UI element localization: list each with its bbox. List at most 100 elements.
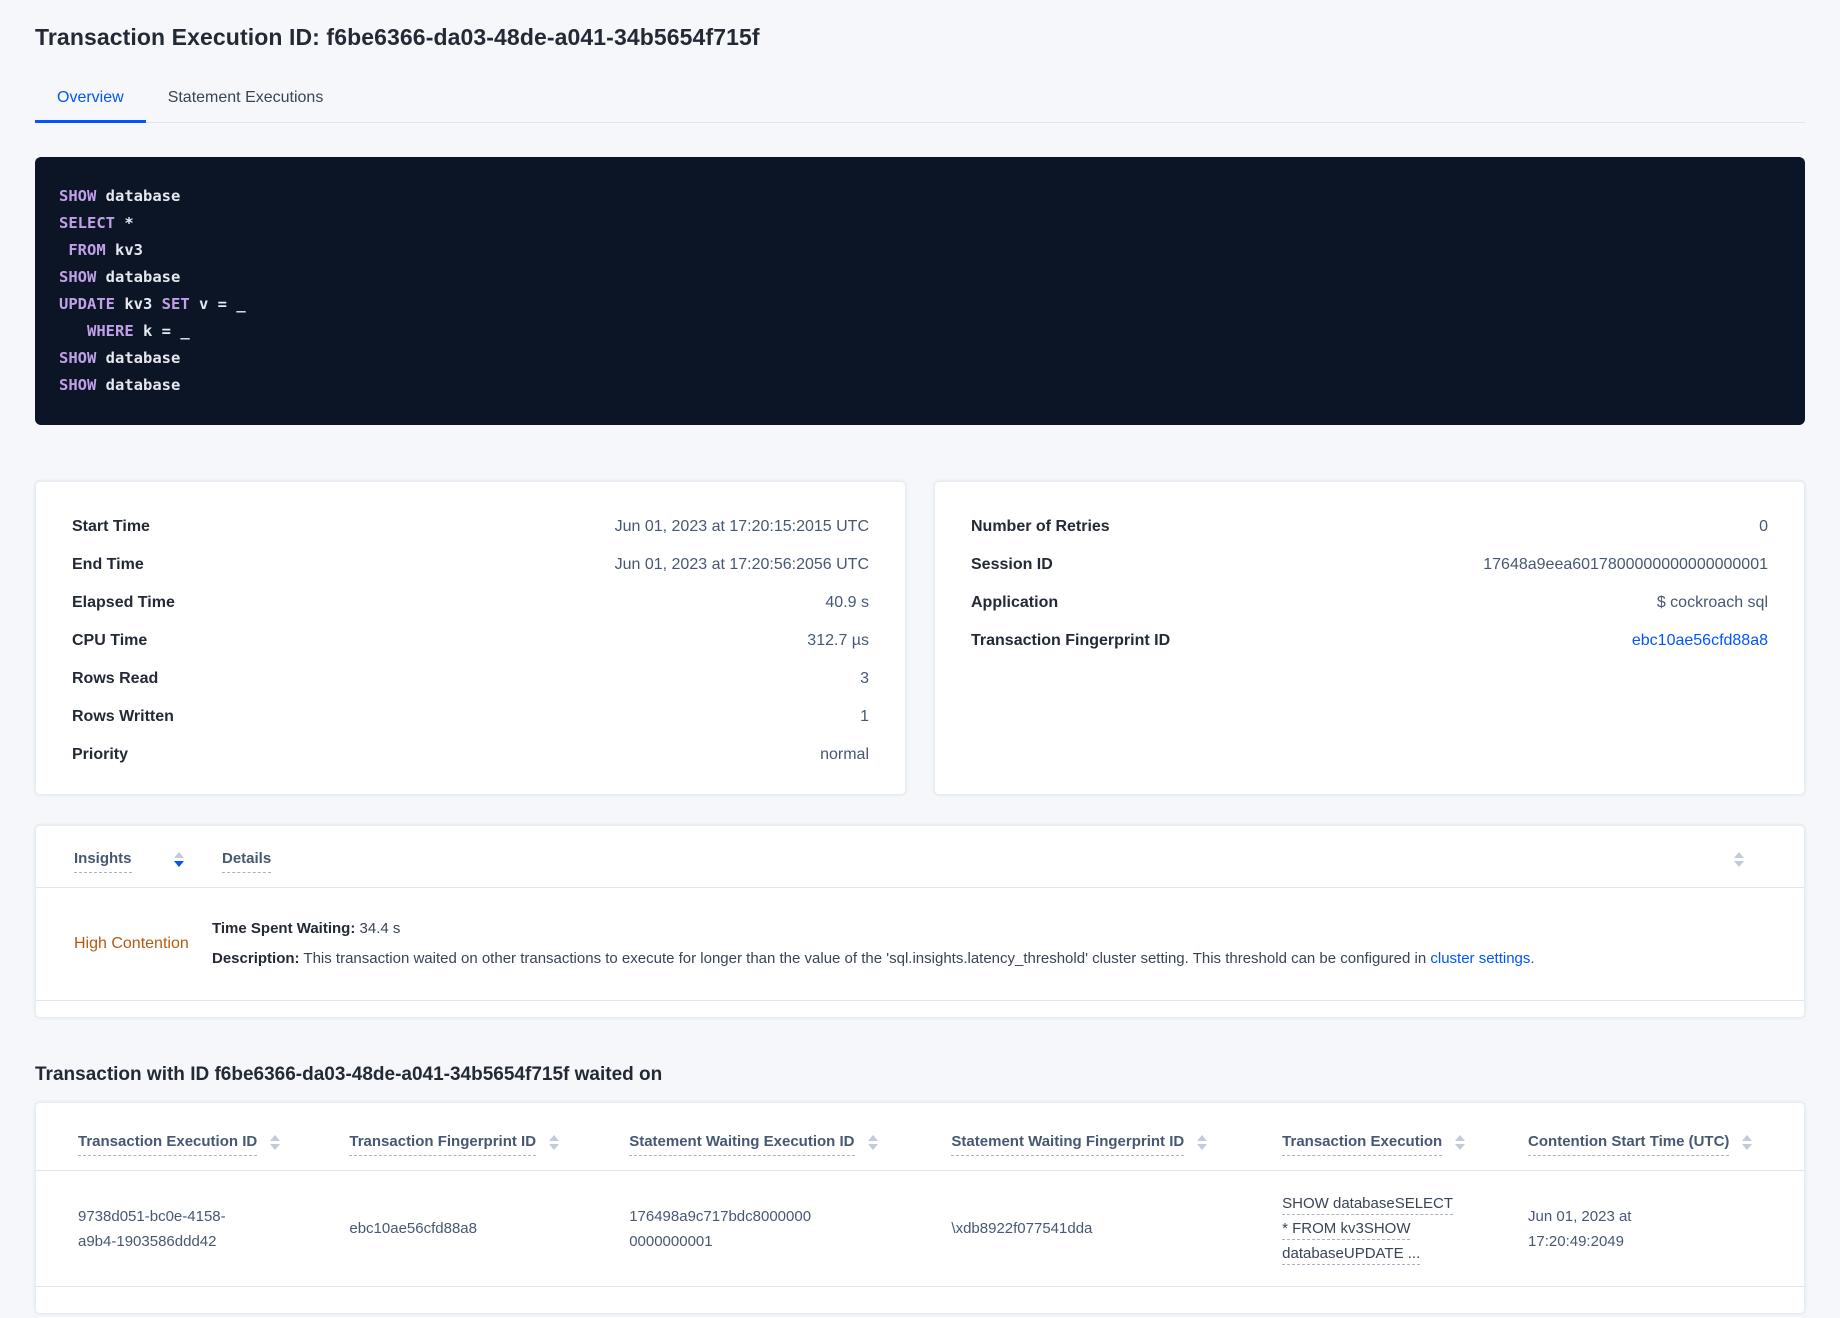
sql-line: SHOW database (59, 264, 1781, 291)
column-header-details[interactable]: Details (222, 850, 272, 873)
info-row-retries: Number of Retries 0 (971, 508, 1768, 546)
sort-down-icon (174, 861, 184, 867)
info-row-rows-written: Rows Written 1 (72, 698, 869, 736)
column-header-contention-start-time[interactable]: Contention Start Time (UTC) (1528, 1133, 1774, 1156)
txn-execution-link[interactable]: SHOW databaseSELECT * FROM kv3SHOW datab… (1282, 1191, 1454, 1266)
sql-text: database (96, 349, 181, 367)
card-footer-spacer (36, 1287, 1804, 1313)
sort-up-icon (270, 1135, 281, 1141)
sql-keyword: UPDATE (59, 295, 115, 313)
column-header-txn-execution-id[interactable]: Transaction Execution ID (78, 1133, 349, 1156)
column-header-txn-fingerprint-id[interactable]: Transaction Fingerprint ID (349, 1133, 629, 1156)
sql-text: k = _ (133, 322, 190, 340)
sql-text: database (96, 376, 181, 394)
start-time-value: Jun 01, 2023 at 17:20:15:2015 UTC (614, 518, 869, 535)
sql-keyword: SET (161, 295, 190, 313)
sort-arrows-icon[interactable] (549, 1135, 560, 1150)
sort-down-icon (1455, 1144, 1466, 1150)
sql-line: FROM kv3 (59, 237, 1781, 264)
sort-down-icon (1742, 1144, 1753, 1150)
sort-arrows-icon[interactable] (867, 1135, 878, 1150)
column-header-stmt-waiting-fingerprint-id[interactable]: Statement Waiting Fingerprint ID (951, 1133, 1282, 1156)
info-label: Rows Read (72, 670, 159, 687)
sort-arrows-icon[interactable] (270, 1135, 281, 1150)
sort-up-icon (1197, 1135, 1208, 1141)
column-header-txn-execution[interactable]: Transaction Execution (1282, 1133, 1528, 1156)
info-label: Rows Written (72, 708, 174, 725)
column-header-stmt-waiting-execution-id[interactable]: Statement Waiting Execution ID (629, 1133, 951, 1156)
insight-type-badge: High Contention (74, 935, 189, 952)
sort-down-icon (1197, 1144, 1208, 1150)
info-row-end-time: End Time Jun 01, 2023 at 17:20:56:2056 U… (72, 546, 869, 584)
insights-table-header: Insights Details (36, 826, 1804, 887)
sort-up-icon (1742, 1135, 1753, 1141)
info-label: Start Time (72, 518, 150, 535)
sql-keyword: FROM (59, 241, 106, 259)
page-title: Transaction Execution ID: f6be6366-da03-… (35, 24, 760, 50)
table-row: 9738d051-bc0e-4158-a9b4-1903586ddd42 ebc… (36, 1171, 1804, 1286)
session-id-value: 17648a9eea6017800000000000000001 (1483, 556, 1768, 573)
sql-keyword: SHOW (59, 268, 97, 286)
tab-overview[interactable]: Overview (35, 79, 146, 123)
sql-text: v = _ (189, 295, 246, 313)
info-row-start-time: Start Time Jun 01, 2023 at 17:20:15:2015… (72, 508, 869, 546)
sql-line: WHERE k = _ (59, 318, 1781, 345)
sort-arrows-icon[interactable] (1734, 852, 1744, 867)
time-spent-waiting: Time Spent Waiting: 34.4 s (212, 914, 1766, 944)
column-header-insights[interactable]: Insights (74, 850, 174, 873)
contention-start-time-cell: Jun 01, 2023 at 17:20:49:2049 (1528, 1207, 1632, 1250)
insights-table: Insights Details High Contention Time Sp… (35, 825, 1805, 1018)
session-details-card: Number of Retries 0 Session ID 17648a9ee… (934, 481, 1805, 795)
sql-line: SELECT * (59, 210, 1781, 237)
sql-keyword: SHOW (59, 349, 97, 367)
sort-arrows-icon[interactable] (1742, 1135, 1753, 1150)
waiting-value: 34.4 s (355, 920, 401, 937)
sort-up-icon (867, 1135, 878, 1141)
application-value: $ cockroach sql (1656, 594, 1768, 611)
info-label: CPU Time (72, 632, 148, 649)
insight-description: Description: This transaction waited on … (212, 944, 1766, 974)
txn-fingerprint-id-cell: ebc10ae56cfd88a8 (349, 1220, 477, 1237)
sort-arrows-icon[interactable] (1197, 1135, 1208, 1150)
rows-read-value: 3 (860, 670, 869, 687)
waited-table-header: Transaction Execution ID Transaction Fin… (36, 1103, 1804, 1170)
info-row-priority: Priority normal (72, 736, 869, 774)
info-label: End Time (72, 556, 144, 573)
info-row-session-id: Session ID 17648a9eea6017800000000000000… (971, 546, 1768, 584)
sql-text: * (115, 214, 134, 232)
sql-line: SHOW database (59, 372, 1781, 399)
info-row-application: Application $ cockroach sql (971, 584, 1768, 622)
sort-arrows-icon[interactable] (174, 852, 184, 867)
sql-line: SHOW database (59, 345, 1781, 372)
waited-on-table: Transaction Execution ID Transaction Fin… (35, 1102, 1805, 1314)
info-row-cpu-time: CPU Time 312.7 µs (72, 622, 869, 660)
info-row-elapsed-time: Elapsed Time 40.9 s (72, 584, 869, 622)
cpu-time-value: 312.7 µs (807, 632, 869, 649)
waited-on-heading: Transaction with ID f6be6366-da03-48de-a… (35, 1064, 663, 1085)
insight-details: Time Spent Waiting: 34.4 s Description: … (212, 914, 1766, 974)
rows-written-value: 1 (860, 708, 869, 725)
waiting-label: Time Spent Waiting: (212, 920, 356, 937)
priority-value: normal (820, 746, 869, 763)
info-row-txn-fingerprint: Transaction Fingerprint ID ebc10ae56cfd8… (971, 622, 1768, 660)
transaction-fingerprint-link[interactable]: ebc10ae56cfd88a8 (1632, 632, 1768, 650)
sort-up-icon (1455, 1135, 1466, 1141)
summary-cards: Start Time Jun 01, 2023 at 17:20:15:2015… (35, 481, 1805, 795)
sort-down-icon (549, 1144, 560, 1150)
tab-bar: Overview Statement Executions (35, 79, 1805, 123)
sort-down-icon (867, 1144, 878, 1150)
info-label: Transaction Fingerprint ID (971, 632, 1171, 649)
execution-times-card: Start Time Jun 01, 2023 at 17:20:15:2015… (35, 481, 906, 795)
sort-up-icon (1734, 852, 1744, 858)
info-row-rows-read: Rows Read 3 (72, 660, 869, 698)
description-label: Description: (212, 950, 300, 967)
sql-statements-box: SHOW database SELECT * FROM kv3 SHOW dat… (35, 157, 1805, 425)
tab-statement-executions[interactable]: Statement Executions (146, 79, 346, 123)
retries-value: 0 (1759, 518, 1768, 535)
cluster-settings-link[interactable]: cluster settings (1430, 950, 1530, 967)
sql-line: SHOW database (59, 183, 1781, 210)
txn-execution-id-cell: 9738d051-bc0e-4158-a9b4-1903586ddd42 (78, 1207, 226, 1250)
info-label: Number of Retries (971, 518, 1110, 535)
sort-down-icon (1734, 861, 1744, 867)
sort-arrows-icon[interactable] (1455, 1135, 1466, 1150)
